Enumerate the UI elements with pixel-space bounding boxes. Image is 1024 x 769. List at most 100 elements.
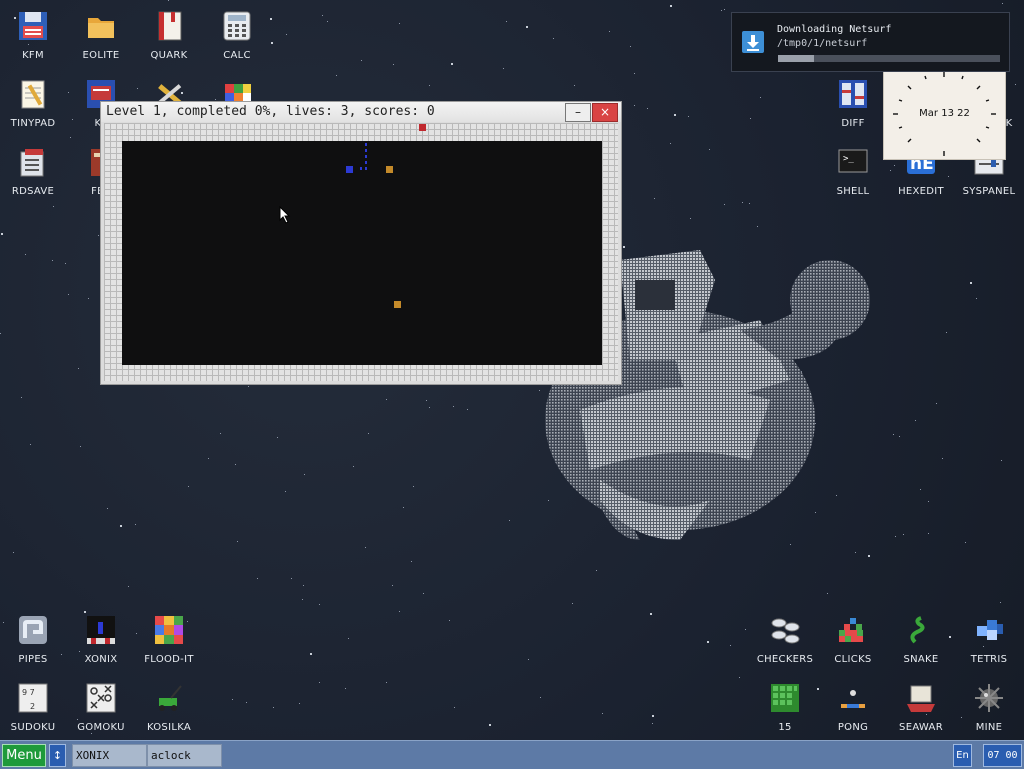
diff-icon xyxy=(837,78,869,110)
star xyxy=(503,68,504,69)
desktop-icon-xonix[interactable]: XONIX xyxy=(69,604,133,668)
star xyxy=(903,534,904,535)
download-notification[interactable]: Downloading Netsurf /tmp0/1/netsurf xyxy=(731,12,1010,72)
star xyxy=(652,723,653,724)
player-trail xyxy=(365,149,367,152)
minimize-button[interactable]: – xyxy=(565,103,591,122)
desktop-icon-calc[interactable]: CALC xyxy=(205,0,269,64)
star xyxy=(365,547,366,548)
star xyxy=(386,682,387,683)
star xyxy=(739,677,740,678)
star xyxy=(976,298,977,299)
star xyxy=(730,645,731,646)
star xyxy=(304,474,305,475)
star xyxy=(1,233,3,235)
desktop-icon-15[interactable]: 15 xyxy=(753,672,817,736)
star xyxy=(1001,460,1002,461)
star xyxy=(928,533,929,534)
star xyxy=(574,85,575,86)
desktop-icon-quark[interactable]: QUARK xyxy=(137,0,201,64)
desktop-icon-snake[interactable]: SNAKE xyxy=(889,604,953,668)
keyboard-layout-indicator[interactable]: En xyxy=(953,744,972,767)
desktop-icon-kosilka[interactable]: KOSILKA xyxy=(137,672,201,736)
star xyxy=(509,520,510,521)
desktop-icon-clicks[interactable]: CLICKS xyxy=(821,604,885,668)
desktop-icon-eolite[interactable]: EOLITE xyxy=(69,0,133,64)
star xyxy=(899,436,900,437)
star xyxy=(336,75,337,76)
checkers-icon xyxy=(769,614,801,646)
mine-icon xyxy=(973,682,1005,714)
snake-icon xyxy=(905,614,937,646)
star xyxy=(291,578,292,579)
game-sea-area[interactable] xyxy=(122,141,602,365)
star xyxy=(52,260,53,261)
star xyxy=(757,226,758,227)
star xyxy=(630,46,631,47)
close-button[interactable]: × xyxy=(592,103,618,122)
lawnmower-icon xyxy=(153,682,185,714)
sea-enemy xyxy=(394,301,401,308)
svg-text:2: 2 xyxy=(30,702,35,711)
star xyxy=(609,31,610,32)
desktop-icon-seawar[interactable]: SEAWAR xyxy=(889,672,953,736)
desktop-icon-pong[interactable]: PONG xyxy=(821,672,885,736)
star xyxy=(327,21,328,22)
desktop-icon-mine[interactable]: MINE xyxy=(957,672,1021,736)
pipes-icon xyxy=(17,614,49,646)
star xyxy=(920,489,921,490)
star xyxy=(98,235,99,236)
star xyxy=(403,507,404,508)
star xyxy=(246,702,247,703)
taskbar-item-aclock[interactable]: aclock xyxy=(147,744,222,767)
star xyxy=(688,116,689,117)
player-trail xyxy=(365,167,367,170)
window-switch-button[interactable]: ↕ xyxy=(49,744,66,767)
star xyxy=(489,724,491,726)
star xyxy=(647,108,648,109)
taskbar-clock[interactable]: 07 00 xyxy=(983,744,1022,767)
desktop-icon-kfm[interactable]: KFM xyxy=(1,0,65,64)
star xyxy=(120,525,122,527)
taskbar-item-xonix[interactable]: XONIX xyxy=(72,744,147,767)
star xyxy=(30,444,31,445)
desktop-icon-flood-it[interactable]: FLOOD-IT xyxy=(137,604,201,668)
window-titlebar[interactable]: Level 1, completed 0%, lives: 3, scores:… xyxy=(101,102,621,122)
star xyxy=(724,204,725,205)
star xyxy=(674,114,676,116)
analog-clock-widget[interactable]: Mar 13 22 xyxy=(883,68,1006,160)
desktop-icon-rdsave[interactable]: RDSAVE xyxy=(1,136,65,200)
game-board[interactable] xyxy=(104,123,618,381)
desktop-icon-sudoku[interactable]: 9 72 SUDOKU xyxy=(1,672,65,736)
desktop-icon-diff[interactable]: DIFF xyxy=(821,68,885,132)
star xyxy=(429,85,430,86)
player-trail xyxy=(360,167,362,170)
svg-text:>_: >_ xyxy=(843,154,854,164)
star xyxy=(353,466,354,467)
star xyxy=(413,486,414,487)
sudoku-icon: 9 7 2 xyxy=(17,682,49,714)
clicks-icon xyxy=(837,614,869,646)
star xyxy=(760,97,761,98)
player-trail xyxy=(365,143,367,146)
svg-text:9 7: 9 7 xyxy=(22,688,35,697)
desktop-icon-gomoku[interactable]: GOMOKU xyxy=(69,672,133,736)
desktop-icon-tetris[interactable]: TETRIS xyxy=(957,604,1021,668)
star xyxy=(285,491,286,492)
desktop-icon-shell[interactable]: >_ SHELL xyxy=(821,136,885,200)
desktop-icon-pipes[interactable]: PIPES xyxy=(1,604,65,668)
player-cursor xyxy=(346,166,353,173)
desktop-icon-checkers[interactable]: CHECKERS xyxy=(753,604,817,668)
star xyxy=(257,578,258,579)
pong-icon xyxy=(837,682,869,714)
star xyxy=(449,620,450,621)
star xyxy=(386,399,387,400)
star xyxy=(345,688,346,689)
seawar-icon xyxy=(905,682,937,714)
menu-button[interactable]: Menu xyxy=(2,744,46,767)
star xyxy=(88,298,89,299)
star xyxy=(451,63,453,65)
star xyxy=(277,437,278,438)
xonix-game-window[interactable]: Level 1, completed 0%, lives: 3, scores:… xyxy=(100,101,622,385)
desktop-icon-tinypad[interactable]: TINYPAD xyxy=(1,68,65,132)
